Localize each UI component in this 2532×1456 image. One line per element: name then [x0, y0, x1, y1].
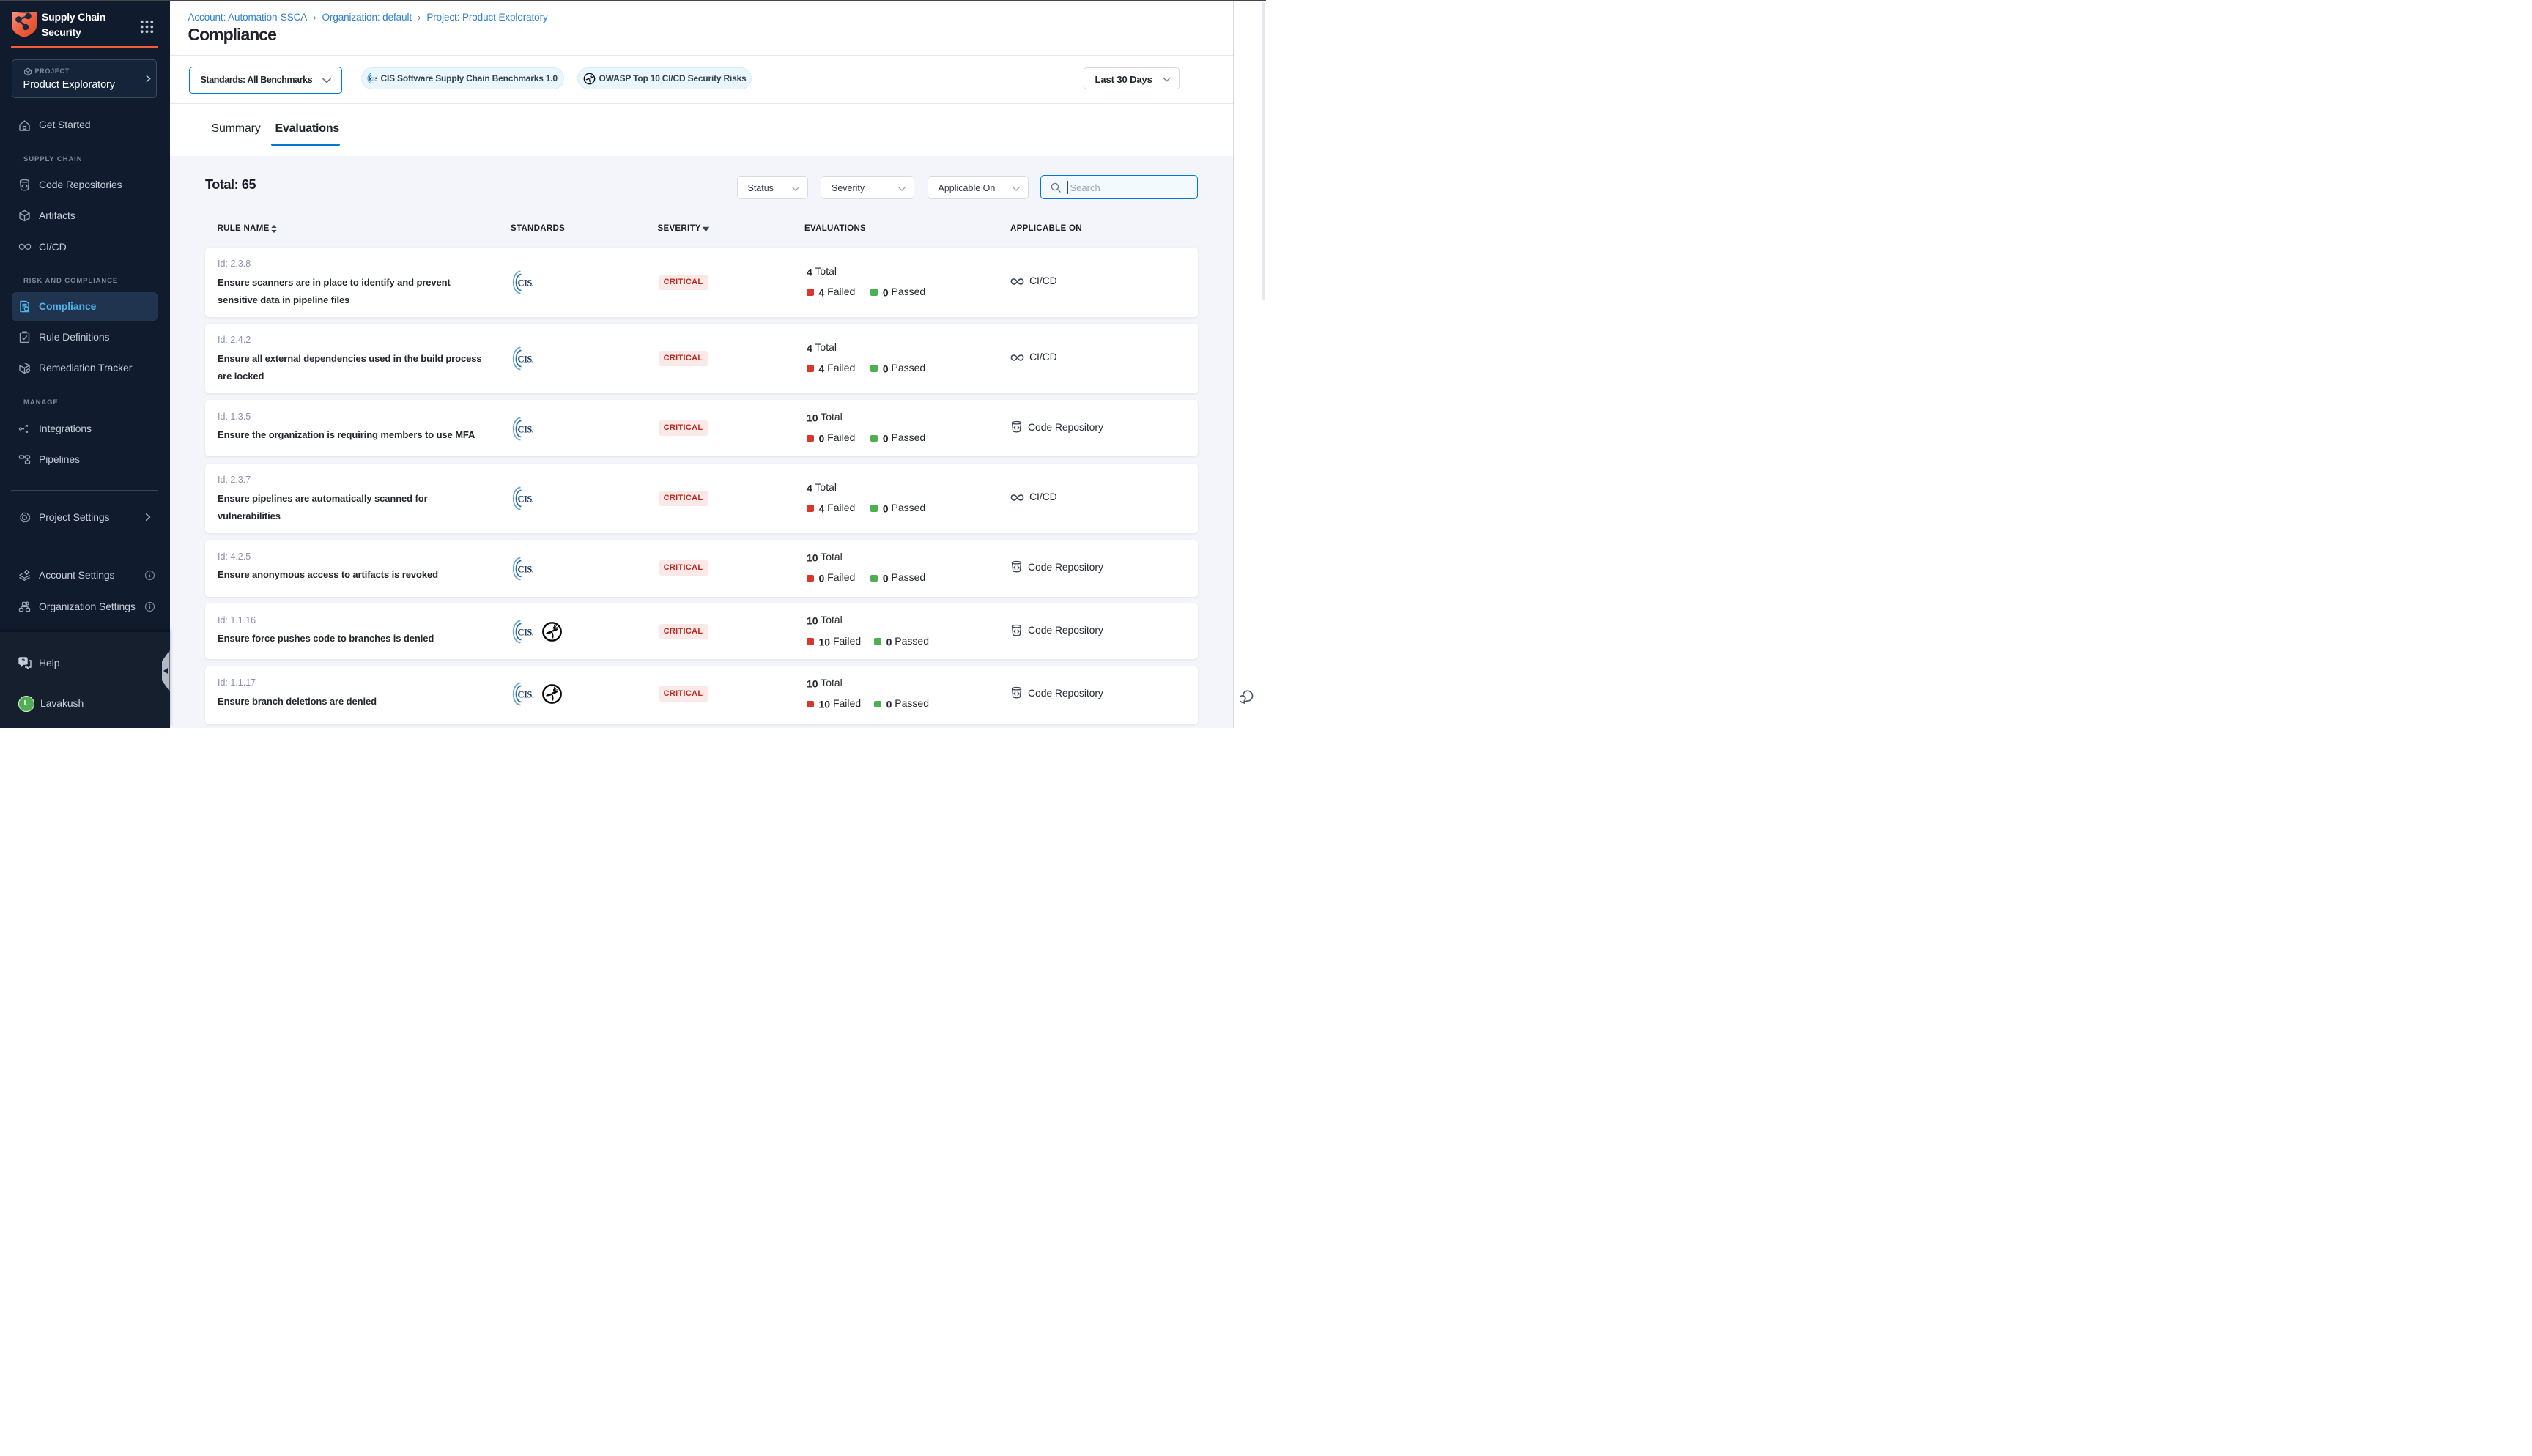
svg-text:CIS: CIS [369, 77, 377, 82]
svg-text:?: ? [21, 658, 25, 665]
